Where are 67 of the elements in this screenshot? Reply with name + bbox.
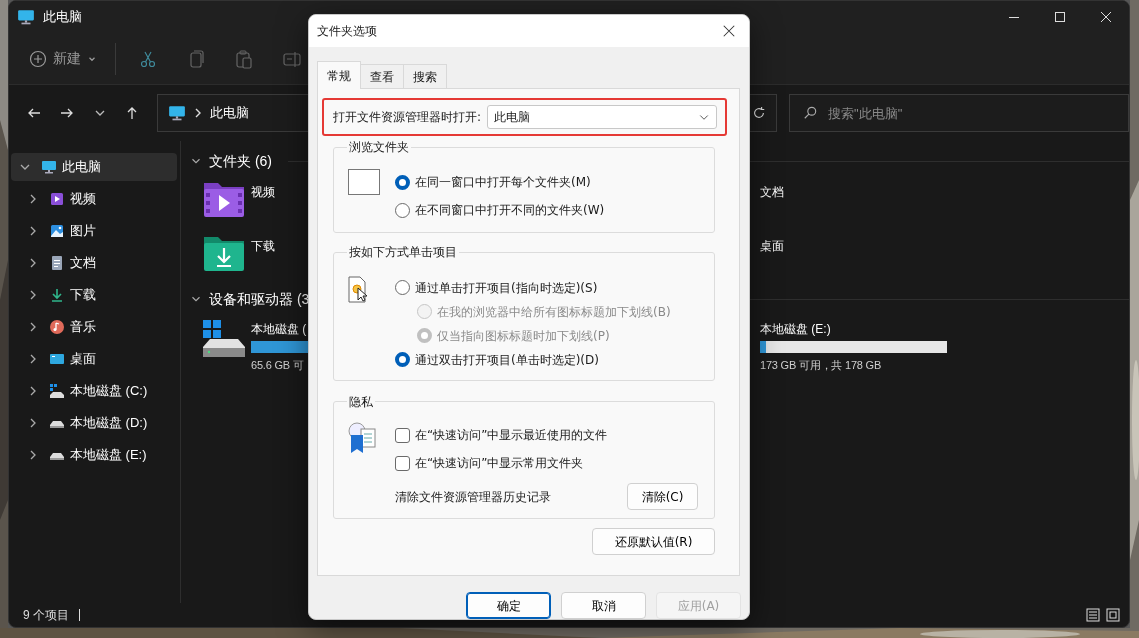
- download-icon: [49, 287, 65, 303]
- sidebar-item[interactable]: 图片: [11, 217, 177, 245]
- hard-drive-icon: [202, 319, 246, 359]
- refresh-icon: [751, 106, 766, 120]
- folder-name: 桌面: [760, 238, 784, 255]
- group-title: 浏览文件夹: [348, 140, 410, 155]
- search-field[interactable]: 搜索"此电脑": [789, 94, 1129, 132]
- sidebar-item[interactable]: 本地磁盘 (C:): [11, 377, 177, 405]
- dialog-button[interactable]: 取消: [561, 592, 646, 619]
- new-button[interactable]: 新建: [23, 40, 103, 77]
- field-label: 打开文件资源管理器时打开:: [333, 109, 482, 126]
- window-icon: [347, 168, 381, 197]
- section-header: 文件夹 (6): [209, 151, 272, 171]
- video-icon: [49, 191, 65, 207]
- tab[interactable]: 常规: [317, 61, 361, 89]
- drive-name: 本地磁盘 (: [251, 321, 307, 338]
- sidebar-item[interactable]: 此电脑: [11, 153, 177, 181]
- sidebar-item[interactable]: 本地磁盘 (E:): [11, 441, 177, 469]
- sidebar-item[interactable]: 视频: [11, 185, 177, 213]
- plus-icon: [29, 49, 47, 68]
- monitor-icon: [168, 104, 187, 122]
- chevron-icon: [194, 108, 203, 118]
- window-title: 此电脑: [43, 8, 82, 27]
- radio-button[interactable]: 通过双击打开项目(单击时选定)(D): [395, 347, 714, 372]
- sidebar-item[interactable]: 音乐: [11, 313, 177, 341]
- details-view-icon[interactable]: [1085, 607, 1101, 623]
- sidebar-item[interactable]: 下载: [11, 281, 177, 309]
- dialog-button[interactable]: 确定: [466, 592, 551, 619]
- checkbox[interactable]: 在“快速访问”中显示常用文件夹: [395, 449, 714, 478]
- tab[interactable]: 搜索: [403, 64, 447, 88]
- item-count: 9 个项目: [23, 607, 69, 624]
- sidebar-item[interactable]: 文档: [11, 249, 177, 277]
- music-icon: [49, 319, 65, 335]
- drive-space: 65.6 GB 可: [251, 358, 304, 373]
- tiles-view-icon[interactable]: [1105, 607, 1121, 623]
- minimize-icon: [1009, 16, 1019, 18]
- maximize-icon: [1052, 9, 1068, 25]
- monitor-icon: [41, 159, 57, 175]
- drive-space: 173 GB 可用，共 178 GB: [760, 358, 882, 373]
- drive-name: 本地磁盘 (E:): [760, 321, 831, 338]
- search-icon: [803, 106, 818, 120]
- dropdown[interactable]: 此电脑: [487, 105, 718, 129]
- group-title: 按如下方式单击项目: [348, 245, 458, 260]
- dialog-title: 文件夹选项: [317, 23, 377, 40]
- folder-name: 文档: [760, 184, 784, 201]
- clear-button[interactable]: 清除(C): [627, 483, 698, 511]
- section-header: 设备和驱动器 (3: [209, 289, 310, 309]
- group-title: 隐私: [348, 394, 374, 410]
- paste-icon: [234, 48, 254, 69]
- restore-defaults-button[interactable]: 还原默认值(R): [592, 528, 715, 556]
- checkbox[interactable]: 在“快速访问”中显示最近使用的文件: [395, 421, 714, 450]
- image-icon: [49, 223, 65, 239]
- history-label: 清除文件资源管理器历史记录: [395, 488, 551, 506]
- document-icon: [49, 255, 65, 271]
- folder-name: 下载: [251, 238, 275, 255]
- folder-name: 视频: [251, 184, 275, 201]
- radio-button[interactable]: 在同一窗口中打开每个文件夹(M): [395, 168, 714, 197]
- privacy-icon: [347, 421, 377, 456]
- drive-icon: [49, 383, 65, 399]
- radio-button[interactable]: 在不同窗口中打开不同的文件夹(W): [395, 196, 714, 225]
- radio-button[interactable]: 通过单击打开项目(指向时选定)(S): [395, 275, 714, 300]
- close-icon: [722, 24, 736, 38]
- close-icon: [1098, 9, 1114, 25]
- monitor-icon: [17, 8, 35, 26]
- sidebar-item[interactable]: 本地磁盘 (D:): [11, 409, 177, 437]
- sidebar-item[interactable]: 桌面: [11, 345, 177, 373]
- desktop-icon: [49, 351, 65, 367]
